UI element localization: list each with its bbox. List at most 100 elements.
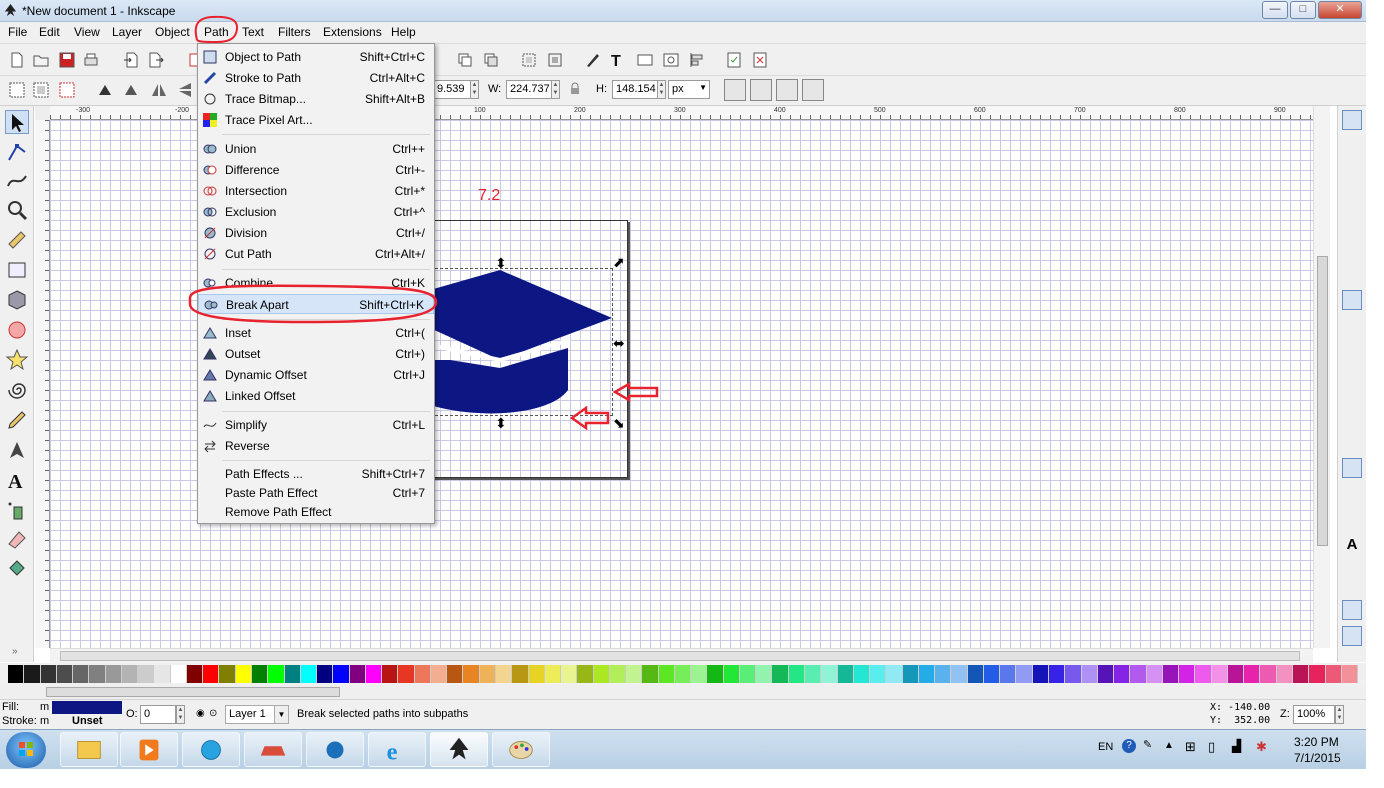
palette-swatch[interactable] [1341, 665, 1359, 683]
node-tool-icon[interactable] [5, 140, 29, 164]
network-icon[interactable]: ▟ [1232, 739, 1241, 753]
palette-swatch[interactable] [674, 665, 692, 683]
palette-swatch[interactable] [73, 665, 90, 683]
transform-gradients-toggle[interactable] [776, 79, 798, 101]
palette-swatch[interactable] [967, 665, 984, 683]
snap-intersections-icon[interactable] [1342, 344, 1362, 364]
clock-date[interactable]: 7/1/2015 [1294, 751, 1341, 765]
palette-swatch[interactable] [1000, 665, 1017, 683]
menu-item-paste-path-effect[interactable]: Paste Path Effect Ctrl+7 [198, 483, 434, 503]
inkscape-taskbar-icon[interactable] [430, 732, 488, 767]
document-properties-icon[interactable] [725, 51, 743, 69]
align-distribute-icon[interactable] [688, 51, 706, 69]
palette-swatch[interactable] [414, 665, 431, 683]
explorer-taskbar-icon[interactable] [60, 732, 118, 767]
lock-icon[interactable] [568, 82, 582, 96]
spray-tool-icon[interactable] [5, 498, 29, 522]
palette-swatch[interactable] [284, 665, 301, 683]
start-button[interactable] [6, 732, 46, 768]
menu-item-inset[interactable]: Inset Ctrl+( [198, 323, 434, 343]
snap-page-border-icon[interactable] [1342, 574, 1362, 594]
palette-swatch[interactable] [707, 665, 724, 683]
palette-swatch[interactable] [1081, 665, 1098, 683]
palette-swatch[interactable] [626, 665, 643, 683]
import-icon[interactable] [122, 51, 140, 69]
transform-patterns-toggle[interactable] [802, 79, 824, 101]
3d-box-tool-icon[interactable] [5, 288, 29, 312]
w-field[interactable]: 224.737 [506, 80, 552, 99]
language-indicator[interactable]: EN [1098, 741, 1113, 753]
snap-rotation-centers-icon[interactable] [1342, 510, 1362, 530]
palette-swatch[interactable] [447, 665, 464, 683]
menu-file[interactable]: File [8, 25, 27, 39]
ungroup-icon[interactable] [546, 51, 564, 69]
power-icon[interactable]: ▯ [1208, 739, 1215, 755]
pen-tool-icon[interactable] [5, 438, 29, 462]
hp-taskbar-icon[interactable] [306, 732, 364, 767]
palette-swatch[interactable] [56, 665, 74, 683]
palette-swatch[interactable] [609, 665, 627, 683]
palette-swatches[interactable] [8, 665, 1359, 683]
palette-swatch[interactable] [772, 665, 789, 683]
menu-item-union[interactable]: Union Ctrl++ [198, 139, 434, 159]
flip-vertical-icon[interactable] [176, 81, 194, 99]
color-palette[interactable] [0, 663, 1366, 685]
menu-item-simplify[interactable]: Simplify Ctrl+L [198, 415, 434, 435]
palette-swatch[interactable] [1065, 665, 1082, 683]
palette-swatch[interactable] [658, 665, 675, 683]
palette-swatch[interactable] [886, 665, 903, 683]
volume-icon[interactable]: ✱ [1256, 739, 1267, 755]
toolbox-overflow-icon[interactable]: » [12, 646, 18, 657]
palette-swatch[interactable] [593, 665, 610, 683]
palette-swatch[interactable] [642, 665, 659, 683]
pencil-tool-icon[interactable] [5, 408, 29, 432]
palette-swatch[interactable] [837, 665, 854, 683]
eye-icon[interactable]: ◉ [196, 708, 205, 719]
palette-swatch[interactable] [365, 665, 383, 683]
tweak-tool-icon[interactable] [5, 168, 29, 192]
snap-text-baseline-icon[interactable]: A [1342, 536, 1362, 556]
palette-swatch[interactable] [935, 665, 952, 683]
paint-bucket-tool-icon[interactable] [5, 558, 29, 582]
palette-swatch[interactable] [479, 665, 496, 683]
selector-tool-icon[interactable] [5, 110, 29, 134]
print-icon[interactable] [82, 51, 100, 69]
eraser-tool-icon[interactable] [5, 528, 29, 552]
x-field[interactable]: 9.539 [433, 80, 471, 99]
menu-item-exclusion[interactable]: Exclusion Ctrl+^ [198, 202, 434, 222]
menu-item-trace-bitmap[interactable]: Trace Bitmap... Shift+Alt+B [198, 89, 434, 109]
palette-swatch[interactable] [1260, 665, 1277, 683]
palette-swatch[interactable] [219, 665, 236, 683]
palette-swatch[interactable] [983, 665, 1001, 683]
show-hidden-icons-icon[interactable]: ▲ [1164, 740, 1174, 751]
palette-swatch[interactable] [170, 665, 187, 683]
zoom-field[interactable]: 100% [1293, 705, 1335, 724]
lock-layer-icon[interactable]: ⊙ [209, 708, 217, 719]
help-icon[interactable]: ? [1122, 739, 1136, 753]
palette-scrollbar[interactable] [0, 685, 1366, 699]
palette-swatch[interactable] [1244, 665, 1261, 683]
measure-tool-icon[interactable] [5, 228, 29, 252]
vertical-scroll-thumb[interactable] [1317, 256, 1328, 546]
scale-handle-right-icon[interactable]: ⬌ [613, 335, 625, 352]
x-spinner[interactable]: ▲ ▼ [470, 80, 479, 99]
palette-swatch[interactable] [1195, 665, 1212, 683]
palette-swatch[interactable] [691, 665, 708, 683]
palette-swatch[interactable] [463, 665, 480, 683]
menu-help[interactable]: Help [391, 25, 416, 39]
snap-bbox-midpoints-icon[interactable] [1342, 226, 1362, 246]
palette-swatch[interactable] [1325, 665, 1342, 683]
menu-item-combine[interactable]: Combine Ctrl+K [198, 273, 434, 293]
snap-guide-icon[interactable] [1342, 626, 1362, 646]
scale-handle-corner-icon[interactable]: ⬈ [613, 254, 625, 271]
palette-swatch[interactable] [203, 665, 220, 683]
palette-swatch[interactable] [1097, 665, 1115, 683]
save-icon[interactable] [58, 51, 76, 69]
palette-swatch[interactable] [918, 665, 936, 683]
palette-swatch[interactable] [317, 665, 334, 683]
vertical-scrollbar[interactable] [1313, 106, 1330, 648]
menu-extensions[interactable]: Extensions [323, 25, 382, 39]
menu-item-linked-offset[interactable]: Linked Offset [198, 386, 434, 406]
palette-swatch[interactable] [853, 665, 871, 683]
palette-swatch[interactable] [544, 665, 562, 683]
